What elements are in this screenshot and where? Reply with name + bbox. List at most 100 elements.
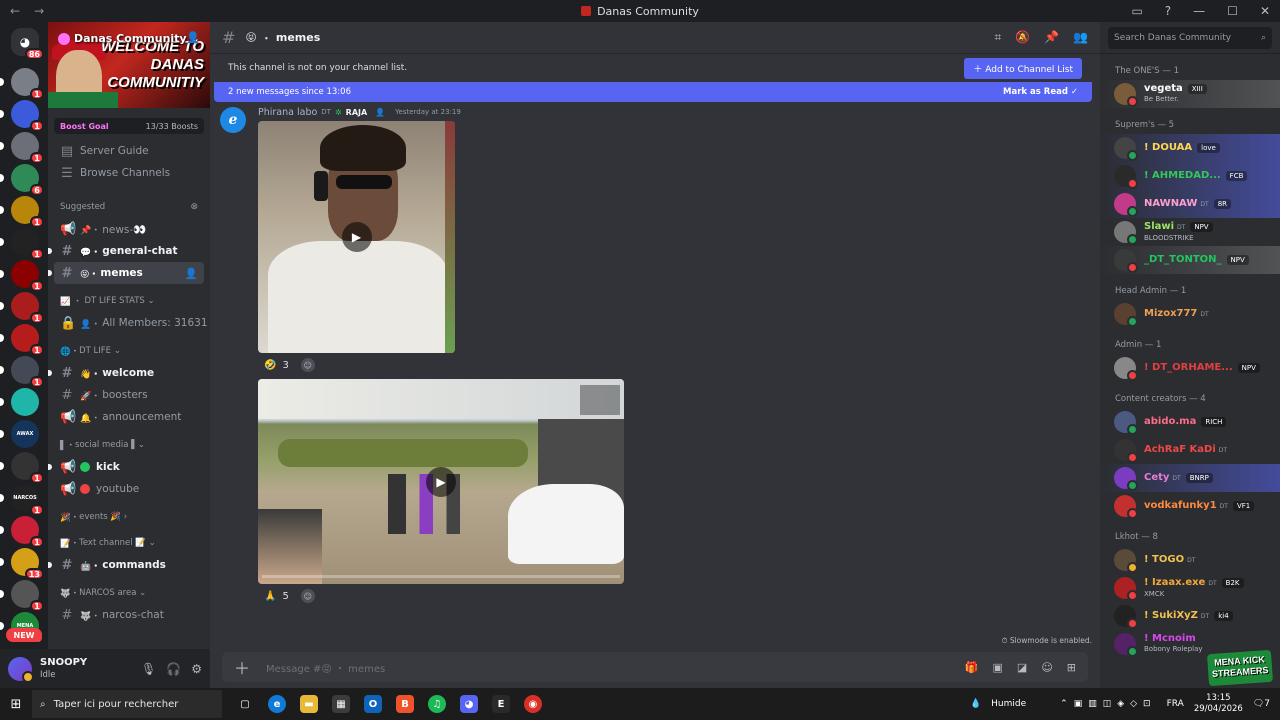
- dismiss-icon[interactable]: ⊗: [190, 202, 198, 212]
- server-icon[interactable]: 1: [0, 580, 44, 612]
- apps-icon[interactable]: ⊞: [1067, 661, 1076, 674]
- edge-icon[interactable]: e: [268, 695, 286, 713]
- category-social-media[interactable]: ▌・ social media ▌⌄: [54, 436, 204, 454]
- help-icon[interactable]: ?: [1165, 4, 1171, 18]
- brave-icon[interactable]: B: [396, 695, 414, 713]
- member-item[interactable]: AchRaF KaDi DT: [1100, 436, 1280, 464]
- channel-commands[interactable]: # 🤖・ commands: [48, 554, 204, 576]
- member-item[interactable]: Cety DT BNRP: [1100, 464, 1280, 492]
- author-name[interactable]: Phirana labo: [258, 107, 317, 118]
- server-guide[interactable]: ▤ Server Guide: [54, 140, 204, 162]
- boost-goal[interactable]: Boost Goal 13/33 Boosts: [54, 118, 204, 134]
- home-button[interactable]: ◕ 86: [11, 28, 44, 60]
- epic-games-icon[interactable]: E: [492, 695, 510, 713]
- category-dt-life[interactable]: 🌐・ DT LIFE ⌄: [54, 342, 204, 360]
- member-item[interactable]: ! DT_ORHAME... NPV: [1100, 354, 1280, 382]
- notification-bell-icon[interactable]: 🔕: [1015, 30, 1030, 45]
- message-composer[interactable]: ＋ Message #😝 ・ memes 🎁 ▣ ◪ ☺ ⊞: [222, 652, 1088, 682]
- close-button[interactable]: ✕: [1260, 4, 1270, 18]
- taskbar-search[interactable]: ⌕ Taper ici pour rechercher: [32, 690, 222, 718]
- maximize-button[interactable]: ☐: [1227, 4, 1238, 18]
- channel-news-[interactable]: 📢 📌・ news-👀: [54, 218, 204, 240]
- channel-memes[interactable]: # 😝・ memes 👤: [48, 262, 204, 284]
- member-item[interactable]: ! SukiXyZ DT ki4: [1100, 602, 1280, 630]
- user-avatar[interactable]: [8, 656, 34, 683]
- server-icon[interactable]: 1: [0, 132, 44, 164]
- server-icon[interactable]: 1: [0, 100, 44, 132]
- new-messages-bar[interactable]: 2 new messages since 13:06 Mark as Read …: [214, 82, 1092, 102]
- category-suggested[interactable]: Suggested ⊗: [54, 198, 204, 216]
- sticker-icon[interactable]: ◪: [1017, 661, 1027, 674]
- play-button-icon[interactable]: ▶: [426, 466, 456, 497]
- server-icon[interactable]: NARCOS 1: [0, 484, 44, 516]
- invite-people-icon[interactable]: 👤: [186, 31, 200, 44]
- clock[interactable]: 13:15 29/04/2026: [1194, 693, 1243, 715]
- browse-channels[interactable]: ☰ Browse Channels: [54, 162, 204, 184]
- category-text-channel[interactable]: 📝・ Text channel 📝 ⌄: [54, 534, 204, 552]
- threads-icon[interactable]: ⌗: [994, 30, 1001, 45]
- reaction[interactable]: 🤣 3: [258, 358, 295, 373]
- category-dt-life-stats[interactable]: 📈 ・ DT LIFE STATS ⌄: [54, 292, 204, 310]
- add-member-icon[interactable]: 👤: [185, 267, 198, 280]
- settings-gear-icon[interactable]: ⚙: [191, 662, 202, 676]
- store-icon[interactable]: ▦: [332, 695, 350, 713]
- channel-all-members[interactable]: 🔒 👤・ All Members: 31631: [54, 312, 208, 334]
- server-icon[interactable]: 1: [0, 516, 44, 548]
- inbox-icon[interactable]: ▭: [1131, 4, 1142, 18]
- channel-general-chat[interactable]: # 💬・ general-chat: [48, 240, 204, 262]
- discord-icon[interactable]: ◕: [460, 695, 478, 713]
- server-icon[interactable]: 1: [0, 260, 44, 292]
- member-item[interactable]: Slawi DT NPV BLOODSTRIKE: [1100, 218, 1280, 246]
- minimize-button[interactable]: —: [1193, 4, 1205, 18]
- video-attachment-2[interactable]: ▶: [258, 379, 624, 584]
- channel-narcos-chat[interactable]: # 🐺・ narcos-chat: [54, 604, 204, 626]
- server-icon[interactable]: 1: [0, 324, 44, 356]
- member-list-icon[interactable]: 👥: [1073, 30, 1088, 45]
- member-item[interactable]: ! AHMEDAD... FCB: [1100, 162, 1280, 190]
- video2-progress-bar[interactable]: [262, 575, 620, 578]
- member-item[interactable]: _DT_TONTON_ NPV: [1100, 246, 1280, 274]
- add-reaction-icon[interactable]: ☺: [300, 589, 315, 603]
- server-icon[interactable]: AWAX: [0, 420, 39, 448]
- language-indicator[interactable]: FRA: [1167, 699, 1184, 709]
- member-item[interactable]: ! DOUAA love: [1100, 134, 1280, 162]
- channel-kick[interactable]: 📢 kick: [48, 456, 204, 478]
- member-item[interactable]: ! Izaax.exe DT B2K XMCK: [1100, 574, 1280, 602]
- member-item[interactable]: ! TOGO DT: [1100, 546, 1280, 574]
- server-name[interactable]: Danas Community ⌄: [58, 32, 200, 45]
- author-avatar[interactable]: e: [220, 107, 246, 133]
- category-narcos[interactable]: 🐺・ NARCOS area ⌄: [54, 584, 204, 602]
- server-icon[interactable]: [0, 388, 39, 416]
- play-button-icon[interactable]: ▶: [341, 222, 372, 252]
- server-icon[interactable]: 6: [0, 164, 44, 196]
- pin-icon[interactable]: 📌: [1044, 30, 1059, 45]
- channel-announcement[interactable]: 📢 🔔・ announcement: [54, 406, 204, 428]
- notification-icon[interactable]: 🗨7: [1253, 699, 1270, 709]
- reaction[interactable]: 🙏 5: [258, 589, 295, 604]
- add-to-channel-list-button[interactable]: ＋ Add to Channel List: [964, 57, 1082, 79]
- tray-icons[interactable]: ⌃▣▥◫◈◇⊡: [1060, 699, 1156, 709]
- message-input[interactable]: Message #😝 ・ memes: [266, 660, 385, 675]
- server-icon[interactable]: 13: [0, 548, 44, 580]
- user-info[interactable]: SNOOPY Idle: [40, 657, 87, 681]
- mark-as-read-button[interactable]: Mark as Read ✓: [1003, 87, 1078, 97]
- outlook-icon[interactable]: O: [364, 695, 382, 713]
- spotify-icon[interactable]: ♫: [428, 695, 446, 713]
- server-banner[interactable]: WELCOME TO DANAS COMMUNITIY Danas Commun…: [48, 22, 210, 108]
- gif-icon[interactable]: ▣: [993, 661, 1003, 674]
- server-icon[interactable]: 1: [0, 292, 44, 324]
- server-icon[interactable]: 1: [0, 68, 44, 100]
- attach-plus-icon[interactable]: ＋: [234, 655, 250, 679]
- windows-start-icon[interactable]: ⊞: [0, 697, 32, 712]
- chrome-icon[interactable]: ◉: [524, 695, 542, 713]
- channel-welcome[interactable]: # 👋・ welcome: [48, 362, 204, 384]
- search-input[interactable]: Search Danas Community ⌕: [1108, 26, 1272, 49]
- emoji-icon[interactable]: ☺: [1041, 661, 1052, 674]
- file-explorer-icon[interactable]: ▬: [300, 695, 318, 713]
- member-item[interactable]: abido.ma RICH: [1100, 408, 1280, 436]
- channel-boosters[interactable]: # 🚀・ boosters: [54, 384, 204, 406]
- headphones-icon[interactable]: 🎧: [166, 662, 181, 676]
- member-item[interactable]: Mizox777 DT: [1100, 300, 1280, 328]
- server-icon[interactable]: 1: [0, 452, 44, 484]
- weather-text[interactable]: Humide: [991, 699, 1026, 709]
